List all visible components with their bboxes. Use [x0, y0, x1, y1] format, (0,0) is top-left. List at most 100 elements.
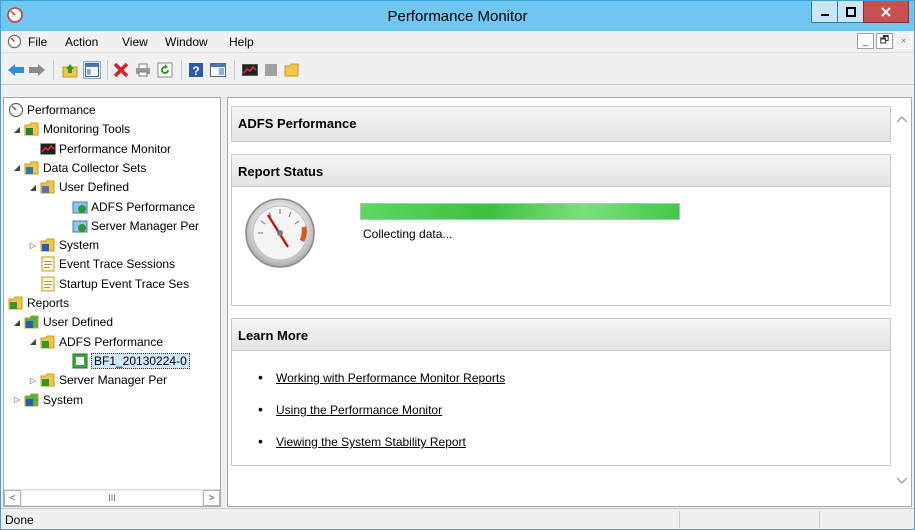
- report-header-panel: ADFS Performance: [231, 106, 891, 142]
- progress-fill: [361, 204, 679, 219]
- up-folder-icon: [62, 64, 78, 78]
- tree-node-label: User Defined: [59, 180, 130, 195]
- window-title: Performance Monitor: [387, 8, 528, 25]
- collapse-arrow-icon[interactable]: ◢: [27, 337, 39, 346]
- folder-icon: [284, 63, 299, 77]
- expand-arrow-icon[interactable]: ▷: [11, 395, 23, 404]
- tree-node-label: Data Collector Sets: [43, 160, 147, 175]
- tree-node[interactable]: ▷ Server Manager Per: [27, 371, 167, 389]
- tree-node[interactable]: ◢ Reports: [4, 294, 70, 312]
- show-hide-action-pane-button[interactable]: [209, 61, 227, 79]
- title-bar[interactable]: Performance Monitor: [1, 1, 914, 31]
- collapse-arrow-icon[interactable]: ◢: [11, 163, 23, 172]
- scroll-up-arrow-icon[interactable]: [896, 114, 908, 126]
- link-working-with-reports[interactable]: Working with Performance Monitor Reports: [276, 371, 505, 385]
- collector-set-icon: [72, 201, 88, 213]
- help-icon: ?: [189, 63, 203, 78]
- menu-file[interactable]: File: [28, 35, 47, 49]
- up-one-level-button[interactable]: [61, 61, 79, 79]
- perfmon-menu-icon[interactable]: [7, 34, 22, 49]
- show-hide-tree-button[interactable]: [83, 61, 101, 79]
- refresh-button[interactable]: [156, 61, 174, 79]
- tree-node[interactable]: ◢ User Defined: [27, 178, 129, 196]
- refresh-icon: [157, 62, 173, 78]
- forward-arrow-icon: [29, 64, 45, 76]
- link-stability-report[interactable]: Viewing the System Stability Report: [276, 435, 466, 449]
- navigation-tree[interactable]: Performance ◢ Monitoring Tools Performance …: [3, 97, 221, 507]
- learn-more-item: • Working with Performance Monitor Report…: [258, 369, 506, 385]
- tree-node[interactable]: Performance: [8, 101, 96, 119]
- back-arrow-icon: [8, 64, 24, 76]
- folder-icon: [24, 161, 39, 175]
- delete-button[interactable]: [112, 61, 130, 79]
- collapse-arrow-icon[interactable]: ◢: [11, 318, 23, 327]
- report-folder-icon: [8, 296, 23, 310]
- tree-node[interactable]: Performance Monitor: [40, 140, 171, 158]
- show-hide-tree-icon: [85, 63, 99, 77]
- tree-node[interactable]: Startup Event Trace Ses: [40, 275, 189, 293]
- help-button[interactable]: ?: [187, 61, 205, 79]
- tree-node-label: Server Manager Per: [59, 373, 168, 388]
- tree-node[interactable]: ▷ System: [11, 391, 83, 409]
- scroll-left-arrow-icon[interactable]: <: [4, 490, 21, 506]
- scroll-down-arrow-icon[interactable]: [896, 476, 908, 488]
- tree-node-label: ADFS Performance: [59, 334, 164, 349]
- log-icon: [41, 276, 55, 292]
- learn-more-panel: Learn More • Working with Performance Mon…: [231, 318, 891, 466]
- forward-button[interactable]: [28, 61, 46, 79]
- mdi-close-button[interactable]: ×: [895, 33, 912, 49]
- status-bar: Done: [1, 508, 914, 529]
- minimize-button[interactable]: [811, 1, 838, 23]
- report-icon: [72, 353, 88, 369]
- content-vertical-scrollbar[interactable]: [893, 98, 911, 506]
- status-text: Collecting data...: [363, 227, 453, 241]
- expand-arrow-icon[interactable]: ▷: [27, 376, 39, 385]
- link-using-perfmon[interactable]: Using the Performance Monitor: [276, 403, 442, 417]
- menu-action[interactable]: Action: [65, 35, 98, 49]
- menu-help[interactable]: Help: [229, 35, 254, 49]
- scroll-thumb[interactable]: III: [22, 491, 202, 505]
- tree-node[interactable]: ◢ Monitoring Tools: [11, 120, 130, 138]
- menu-bar: File Action View Window Help _ 🗗 ×: [1, 31, 914, 53]
- menu-view[interactable]: View: [122, 35, 148, 49]
- tree-node[interactable]: ADFS Performance: [72, 198, 195, 216]
- collapse-arrow-icon[interactable]: ◢: [27, 183, 39, 192]
- collapse-arrow-icon[interactable]: ◢: [4, 299, 7, 308]
- collector-set-icon: [72, 220, 88, 233]
- tree-node[interactable]: ◢ User Defined: [11, 313, 113, 331]
- svg-text:?: ?: [192, 64, 199, 78]
- performance-monitor-toolbar-button[interactable]: [241, 61, 259, 79]
- tree-node[interactable]: ◢ ADFS Performance: [27, 333, 163, 351]
- tree-horizontal-scrollbar[interactable]: < III >: [4, 489, 220, 506]
- close-button[interactable]: [863, 1, 909, 23]
- tree-node-label: System: [43, 392, 84, 407]
- mdi-restore-button[interactable]: 🗗: [876, 33, 893, 49]
- mdi-minimize-button[interactable]: _: [857, 33, 874, 49]
- scroll-right-arrow-icon[interactable]: >: [203, 490, 220, 506]
- tree-node[interactable]: Server Manager Per: [72, 217, 199, 235]
- perfmon-icon: [8, 102, 24, 118]
- delete-icon: [113, 62, 129, 78]
- expand-arrow-icon[interactable]: ▷: [27, 241, 39, 250]
- tree-node[interactable]: ▷ System: [27, 236, 99, 254]
- open-folder-button[interactable]: [283, 61, 301, 79]
- folder-chart-icon: [24, 122, 39, 136]
- tree-node[interactable]: BF1_20130224-0: [72, 352, 190, 370]
- stop-button[interactable]: [262, 61, 280, 79]
- tree-node-label: ADFS Performance: [91, 199, 196, 214]
- maximize-button[interactable]: [837, 1, 864, 23]
- tree-node-label: System: [59, 238, 100, 253]
- collapse-arrow-icon[interactable]: ◢: [11, 125, 23, 134]
- toolbar: ?: [1, 53, 914, 85]
- menu-window[interactable]: Window: [165, 35, 208, 49]
- perfmon-icon: [242, 64, 258, 76]
- tree-node[interactable]: ◢ Data Collector Sets: [11, 159, 146, 177]
- back-button[interactable]: [7, 61, 25, 79]
- tree-node-label: Reports: [27, 296, 70, 310]
- stop-icon: [265, 64, 277, 76]
- tree-node[interactable]: Event Trace Sessions: [40, 255, 175, 273]
- print-button[interactable]: [134, 61, 152, 79]
- performance-monitor-window: Performance Monitor File Action View Win…: [0, 0, 915, 530]
- maximize-icon: [845, 6, 856, 17]
- close-icon: [881, 6, 891, 17]
